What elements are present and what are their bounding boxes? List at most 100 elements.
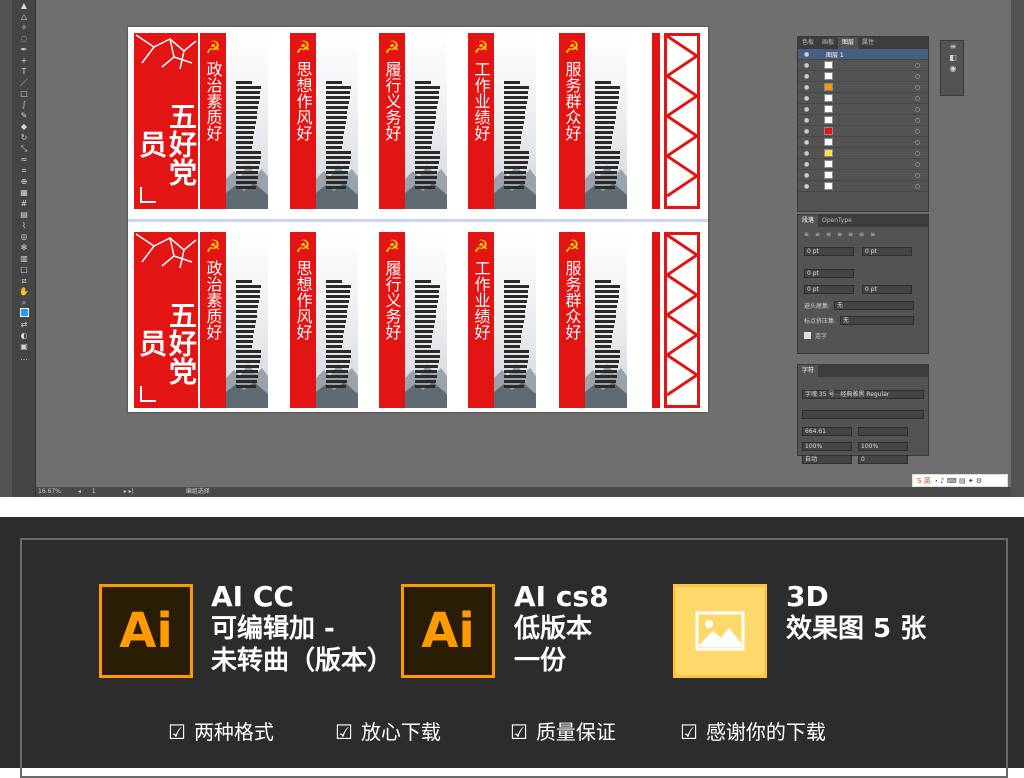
tracking-field[interactable]: 0 [858, 455, 908, 464]
justify-all-icon[interactable]: ≡ [870, 231, 875, 241]
eye-icon[interactable]: ● [804, 95, 812, 102]
leading-field[interactable] [858, 427, 908, 436]
tab-character[interactable]: 字符 [798, 365, 819, 377]
direct-selection-tool-icon[interactable]: △ [12, 11, 36, 22]
rectangle-tool-icon[interactable]: □ [12, 88, 36, 99]
width-tool-icon[interactable]: ≈ [12, 154, 36, 165]
kerning-field[interactable]: 自动 [802, 455, 852, 464]
rotate-tool-icon[interactable]: ↻ [12, 132, 36, 143]
sublayer-row[interactable]: ● ○ [798, 126, 928, 137]
appearance-icon[interactable]: ◉ [941, 63, 965, 74]
kinsoku-select[interactable]: 无 [834, 301, 915, 310]
fill-stroke-icon[interactable] [12, 308, 36, 319]
next-artboard-icon[interactable]: ▸ ▸| [124, 487, 184, 497]
target-icon[interactable]: ○ [915, 183, 920, 190]
sublayer-row[interactable]: ● ○ [798, 71, 928, 82]
tab-properties[interactable]: 属性 [858, 37, 878, 49]
eye-icon[interactable]: ● [804, 62, 812, 69]
layer-row-top[interactable]: ● 图层 1 [798, 49, 928, 60]
target-icon[interactable]: ○ [915, 128, 920, 135]
prev-artboard-icon[interactable]: ◂ [78, 487, 90, 497]
pencil-tool-icon[interactable]: ✎ [12, 110, 36, 121]
target-icon[interactable]: ○ [915, 62, 920, 69]
sublayer-row[interactable]: ● ○ [798, 104, 928, 115]
hand-tool-icon[interactable]: ✋ [12, 286, 36, 297]
screen-mode-icon[interactable]: ▣ [12, 341, 36, 352]
lasso-icon[interactable]: ◌ [12, 33, 36, 44]
more-tools-icon[interactable]: … [12, 352, 36, 363]
font-family-select[interactable]: 字魂 35 号 - 经典雅黑 Regular [802, 390, 924, 399]
selection-tool-icon[interactable]: ▲ [12, 0, 36, 11]
eraser-tool-icon[interactable]: ◆ [12, 121, 36, 132]
sublayer-row[interactable]: ● ○ [798, 60, 928, 71]
eyedropper-icon[interactable]: ⌇ [12, 220, 36, 231]
sublayer-row[interactable]: ● ○ [798, 170, 928, 181]
magic-wand-icon[interactable]: ✧ [12, 22, 36, 33]
menu-icon[interactable]: ≡ [941, 41, 965, 52]
sublayer-row[interactable]: ● ○ [798, 159, 928, 170]
perspective-grid-icon[interactable]: ▦ [12, 187, 36, 198]
eye-icon[interactable]: ● [804, 161, 812, 168]
symbol-sprayer-icon[interactable]: ✻ [12, 242, 36, 253]
align-left-icon[interactable]: ≡ [804, 231, 809, 241]
artboard-number-field[interactable]: 1 [92, 487, 122, 497]
eye-icon[interactable]: ● [804, 150, 812, 157]
paintbrush-icon[interactable]: ∫ [12, 99, 36, 110]
sublayer-row[interactable]: ● ○ [798, 148, 928, 159]
eye-icon[interactable]: ● [804, 183, 812, 190]
ime-toolbar[interactable]: S 英 ・♪ ⌨ ▤ ✦ ⚙ [912, 474, 1008, 487]
column-graph-icon[interactable]: ▥ [12, 253, 36, 264]
right-indent-field[interactable]: 0 pt [862, 247, 912, 256]
ime-tools-icons[interactable]: ・♪ ⌨ ▤ ✦ ⚙ [933, 477, 982, 485]
swap-colors-icon[interactable]: ⇄ [12, 319, 36, 330]
align-center-icon[interactable]: ≡ [815, 231, 820, 241]
sublayer-row[interactable]: ● ○ [798, 115, 928, 126]
free-transform-icon[interactable]: ⌗ [12, 165, 36, 176]
justify-center-icon[interactable]: ≡ [848, 231, 853, 241]
eye-icon[interactable]: ● [804, 128, 812, 135]
font-size-field[interactable]: 664.61 [802, 427, 852, 436]
eye-icon[interactable]: ● [804, 117, 812, 124]
lattice-frame[interactable] [652, 232, 702, 408]
gradient-tool-icon[interactable]: ▤ [12, 209, 36, 220]
left-indent-field[interactable]: 0 pt [804, 247, 854, 256]
target-icon[interactable]: ○ [915, 106, 920, 113]
target-icon[interactable]: ○ [915, 172, 920, 179]
target-icon[interactable]: ○ [915, 73, 920, 80]
zoom-field[interactable]: 16.67% [36, 487, 76, 497]
eye-icon[interactable]: ● [804, 84, 812, 91]
font-style-select[interactable] [802, 410, 924, 419]
transparency-icon[interactable]: ◧ [941, 52, 965, 63]
target-icon[interactable]: ○ [915, 117, 920, 124]
sublayer-row[interactable]: ● ○ [798, 137, 928, 148]
eye-icon[interactable]: ● [804, 106, 812, 113]
artboard[interactable]: 五好党员 ☭ 政治素质好 ☭ 思想作风好 ☭ 履行义务好 ☭ 工作业绩好 ☭ 服务群众好 五好党员 ☭ 政… [128, 27, 708, 412]
add-anchor-icon[interactable]: + [12, 55, 36, 66]
slice-tool-icon[interactable]: ⧄ [12, 275, 36, 286]
lattice-frame[interactable] [652, 33, 702, 209]
eye-icon[interactable]: ● [804, 139, 812, 146]
justify-left-icon[interactable]: ≡ [837, 231, 842, 241]
tab-artboards[interactable]: 画板 [818, 37, 838, 49]
target-icon[interactable]: ○ [915, 150, 920, 157]
mesh-tool-icon[interactable]: # [12, 198, 36, 209]
scale-tool-icon[interactable]: ⤡ [12, 143, 36, 154]
target-icon[interactable]: ○ [915, 95, 920, 102]
tab-layers[interactable]: 图层 [838, 37, 859, 49]
eye-icon[interactable]: ● [804, 51, 812, 58]
sublayer-row[interactable]: ● ○ [798, 181, 928, 192]
eye-icon[interactable]: ● [804, 73, 812, 80]
tab-swatches[interactable]: 色板 [798, 37, 818, 49]
space-after-field[interactable]: 0 pt [862, 285, 912, 294]
zoom-tool-icon[interactable]: ⌕ [12, 297, 36, 308]
target-icon[interactable]: ○ [915, 161, 920, 168]
vertical-scale-field[interactable]: 100% [802, 442, 852, 451]
sublayer-row[interactable]: ● ○ [798, 93, 928, 104]
align-right-icon[interactable]: ≡ [826, 231, 831, 241]
tab-paragraph[interactable]: 段落 [798, 215, 819, 227]
target-icon[interactable]: ○ [915, 84, 920, 91]
space-before-field[interactable]: 0 pt [804, 285, 854, 294]
blend-tool-icon[interactable]: ◎ [12, 231, 36, 242]
ime-mode-label[interactable]: 英 [924, 477, 931, 485]
eye-icon[interactable]: ● [804, 172, 812, 179]
